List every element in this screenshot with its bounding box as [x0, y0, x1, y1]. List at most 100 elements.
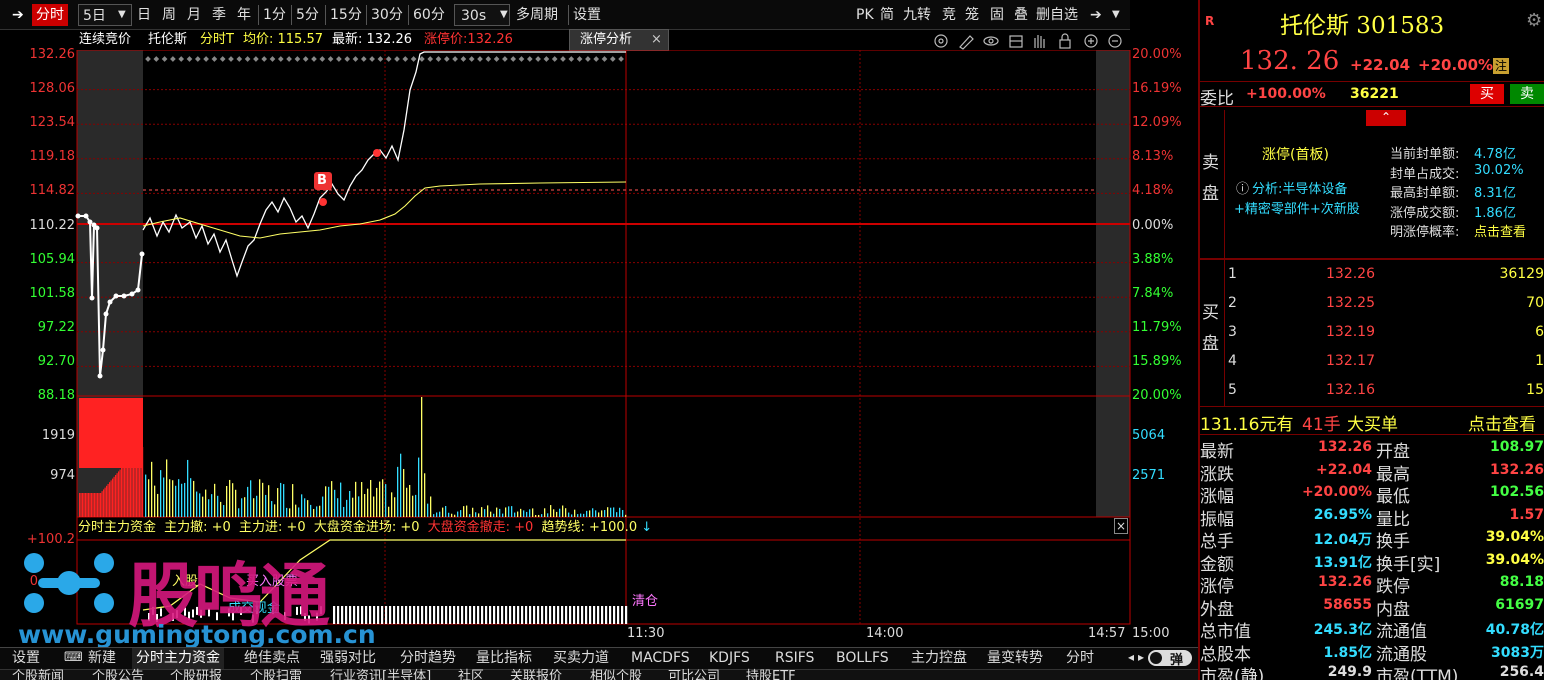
stat-value: 61697 [1495, 596, 1544, 613]
news-tab[interactable]: 关联报价 [510, 670, 562, 680]
bottom-tab[interactable]: 分时趋势 [396, 648, 460, 669]
stat-label: 换手 [1376, 532, 1410, 552]
chart-tools [934, 33, 1122, 50]
bottom-tab[interactable]: 买卖力道 [549, 648, 613, 669]
big-order-type: 大买单 [1347, 415, 1398, 435]
news-tab[interactable]: 相似个股 [590, 670, 642, 680]
arrow-down-icon: ↓ [641, 520, 653, 535]
bottom-tab[interactable]: 分时主力资金 [132, 648, 224, 669]
tab-60min[interactable]: 60分 [413, 4, 445, 26]
tab-quarter[interactable]: 季 [212, 4, 226, 26]
tab-15min[interactable]: 15分 [330, 4, 362, 26]
keyboard-icon[interactable]: ⌨ [64, 650, 83, 665]
stat-label: 内盘 [1376, 599, 1410, 620]
tab-month[interactable]: 月 [187, 4, 201, 26]
buy-button[interactable]: 买 [1470, 84, 1504, 104]
bottom-tab[interactable]: 强弱对比 [316, 648, 380, 669]
sell-button[interactable]: 卖 [1510, 84, 1544, 104]
big-order-link[interactable]: 点击查看 [1468, 410, 1536, 435]
news-tab[interactable]: 个股公告 [92, 670, 144, 680]
bottom-tab[interactable]: 新建 [84, 648, 120, 669]
order-price: 132.17 [1326, 353, 1375, 369]
quote-badge: R [1205, 14, 1215, 28]
bottom-tab[interactable]: 绝佳卖点 [240, 648, 304, 669]
overlay-button[interactable]: 叠 [1014, 4, 1028, 26]
fix-button[interactable]: 固 [990, 4, 1004, 26]
bottom-tab[interactable]: 量比指标 [472, 648, 536, 669]
tab-day[interactable]: 日 [137, 4, 151, 26]
auction-button[interactable]: 竞 [942, 4, 956, 26]
news-tab[interactable]: 持股ETF [746, 670, 796, 680]
expand-icon[interactable]: ➔ [1090, 4, 1102, 26]
price-axis-label: 114.82 [29, 183, 76, 199]
cage-button[interactable]: 笼 [965, 4, 979, 26]
news-tab[interactable]: 个股研报 [170, 670, 222, 680]
indicator-label[interactable]: 分时T [200, 31, 234, 49]
simple-button[interactable]: 简 [880, 4, 894, 26]
price-axis-label: 119.18 [29, 149, 76, 165]
news-tab[interactable]: 个股新闻 [12, 670, 64, 680]
close-icon[interactable]: × [651, 31, 662, 49]
order-level: 1 [1228, 266, 1237, 282]
fund-label: 清仓 [632, 594, 659, 609]
stat-label: 开盘 [1376, 442, 1410, 462]
chevron-down-icon[interactable]: ▼ [500, 4, 508, 26]
order-level: 5 [1228, 382, 1237, 398]
trading-mode: 连续竞价 [79, 32, 132, 47]
pct-axis-label: 3.88% [1132, 251, 1174, 267]
chevron-down-icon[interactable]: ▼ [1112, 4, 1120, 26]
stat-value: 3083万 [1491, 644, 1544, 661]
big-order-price: 131.16元有 [1200, 415, 1294, 435]
bottom-tab[interactable]: 量变转势 [983, 648, 1047, 669]
tab-multi-period[interactable]: 多周期 [516, 4, 558, 26]
latest-price: 最新: 132.26 [332, 32, 412, 47]
tab-week[interactable]: 周 [162, 4, 176, 26]
bottom-tab[interactable]: 分时 [1062, 648, 1098, 669]
bottom-tab[interactable]: MACDFS [627, 648, 694, 669]
time-label: 15:00 [1132, 626, 1170, 641]
limit-stat-label: 当前封单额: [1390, 147, 1460, 162]
nine-turn-button[interactable]: 九转 [903, 4, 931, 26]
stat-value: 1.57 [1509, 506, 1544, 523]
news-tab[interactable]: 个股扫雷 [250, 670, 302, 680]
tab-intraday[interactable]: 分时 [32, 4, 68, 26]
tab-1min[interactable]: 1分 [263, 4, 286, 26]
signal-dot [373, 149, 381, 157]
fund-flow-bar: 分时主力资金 主力撤: +0 主力进: +0 大盘资金进场: +0 大盘资金撤走… [78, 518, 652, 538]
stat-value: 12.04万 [1313, 532, 1372, 548]
news-tab[interactable]: 行业资讯[半导体] [330, 670, 431, 680]
bottom-tab[interactable]: 设置 [8, 648, 44, 669]
pct-axis-label: 8.13% [1132, 149, 1174, 165]
analysis-line[interactable]: 分析:半导体设备 [1252, 178, 1347, 197]
analysis-line-2[interactable]: +精密零部件+次新股 [1234, 198, 1360, 217]
pk-button[interactable]: PK [856, 4, 874, 26]
tab-30min[interactable]: 30分 [371, 4, 403, 26]
stat-label: 最高 [1376, 464, 1410, 485]
limit-probability-link[interactable]: 点击查看 [1474, 221, 1526, 240]
bottom-tab[interactable]: 主力控盘 [907, 648, 971, 669]
news-tab[interactable]: 可比公司 [668, 670, 720, 680]
bottom-tab[interactable]: KDJFS [705, 648, 754, 669]
close-icon[interactable]: × [1114, 518, 1128, 534]
bottom-tab[interactable]: BOLLFS [832, 648, 893, 669]
scroll-right-icon[interactable]: ▸ [1138, 650, 1144, 664]
news-tab[interactable]: 社区 [458, 670, 484, 680]
b-marker-label[interactable]: B [317, 173, 327, 188]
scroll-left-icon[interactable]: ◂ [1128, 650, 1134, 664]
chevron-down-icon[interactable]: ▼ [118, 4, 126, 26]
bottom-tab[interactable]: RSIFS [771, 648, 818, 669]
sidebar-toggle-icon[interactable]: ➔ [12, 4, 24, 26]
limit-up-title: 涨停(首板) [1262, 147, 1329, 163]
tab-5min[interactable]: 5分 [296, 4, 319, 26]
tab-year[interactable]: 年 [237, 4, 251, 26]
stat-label: 跌停 [1376, 577, 1410, 597]
stat-value: 132.26 [1317, 574, 1372, 590]
pct-axis-label: 4.18% [1132, 183, 1174, 199]
note-icon[interactable]: 注 [1493, 58, 1509, 74]
settings-icon[interactable]: ⚙ [1526, 10, 1542, 31]
stat-label: 最新 [1200, 442, 1234, 462]
collapse-button[interactable]: ⌃ [1366, 110, 1406, 126]
remove-watchlist-button[interactable]: 删自选 [1036, 4, 1078, 26]
toolbar-settings[interactable]: 设置 [573, 4, 601, 26]
stat-value: 249.9 [1327, 664, 1372, 680]
